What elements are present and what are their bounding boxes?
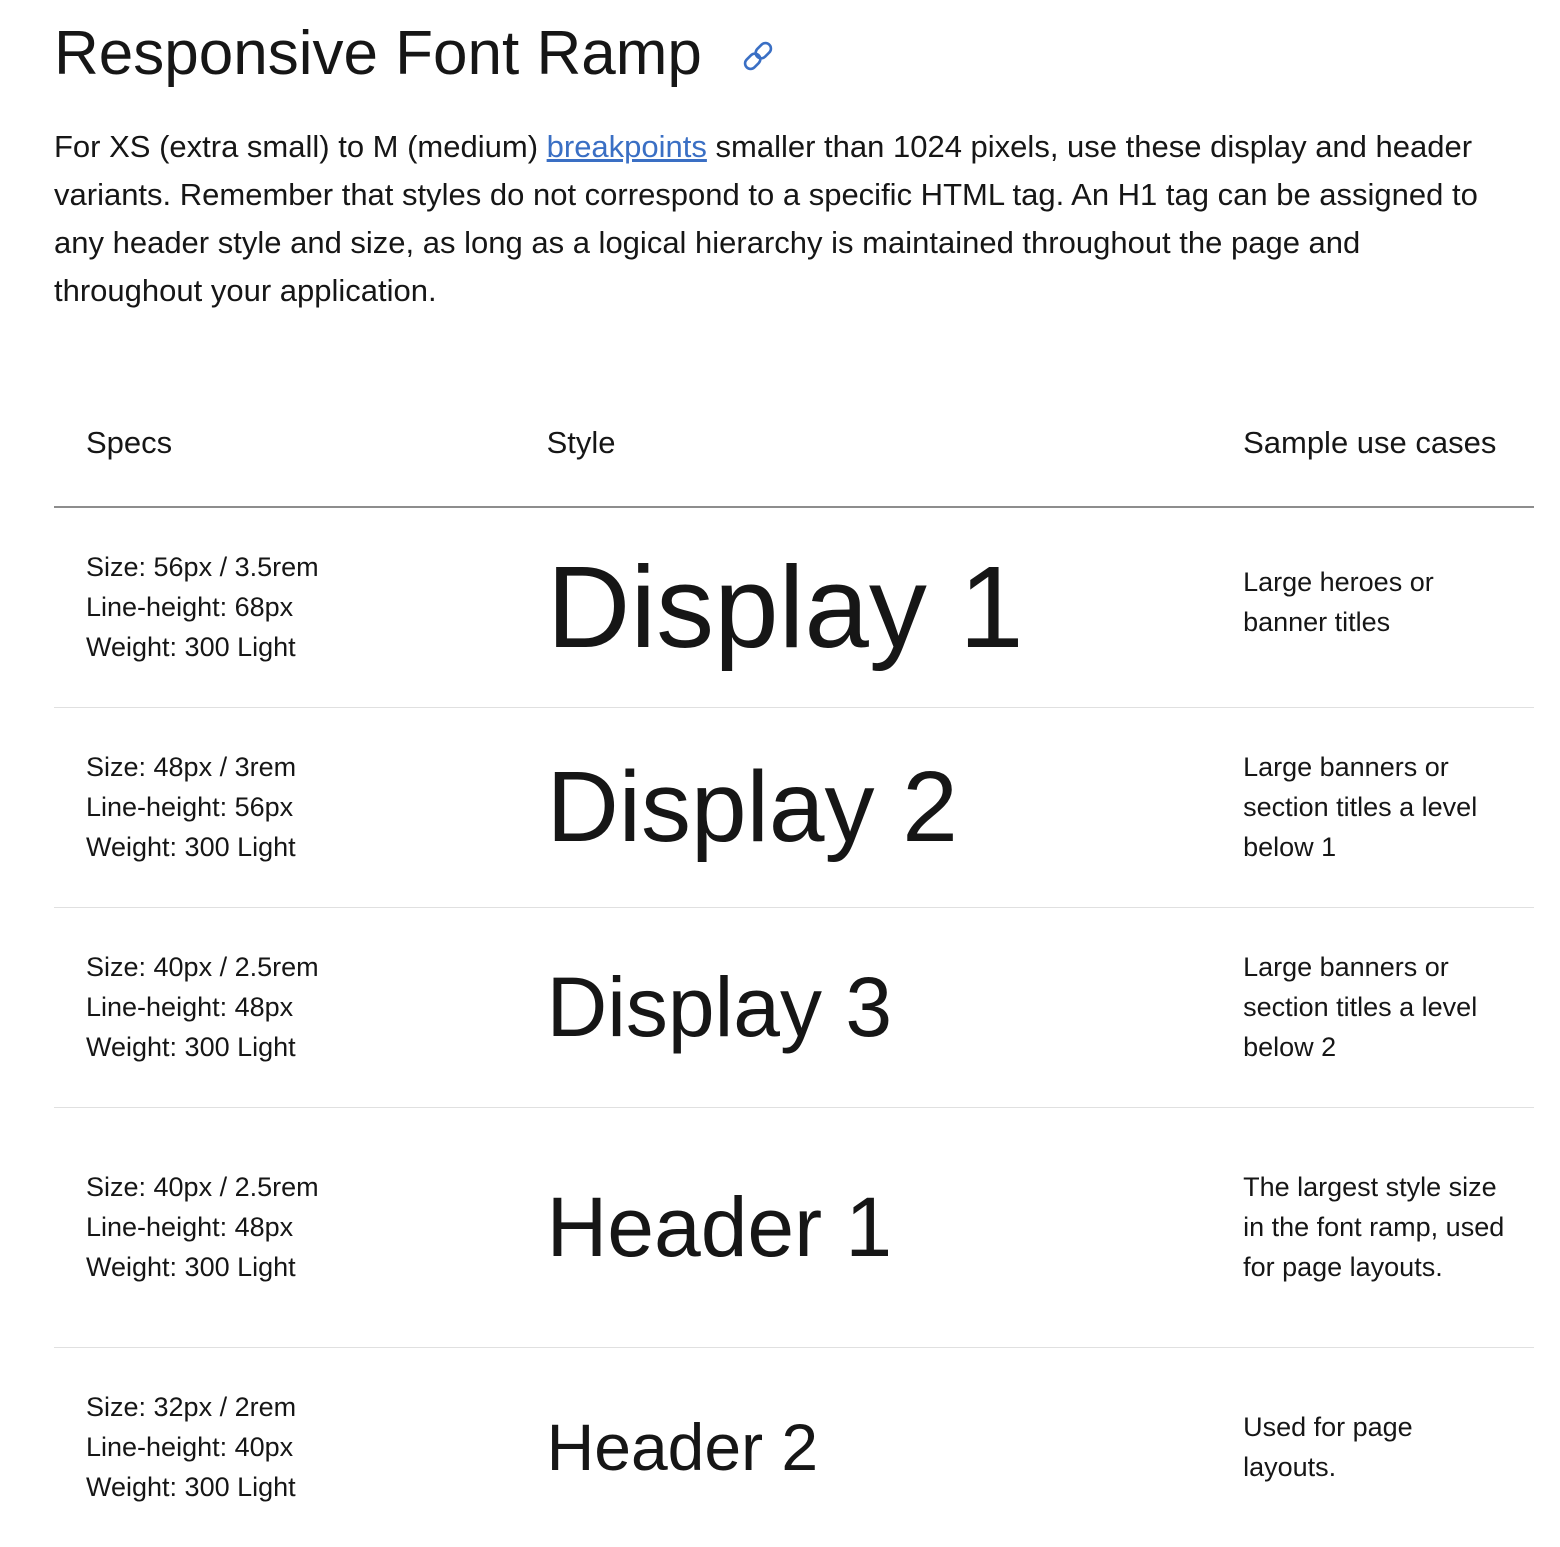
table-row-header-2: Size: 32px / 2rem Line-height: 40px Weig… — [54, 1347, 1534, 1547]
specs-cell: Size: 40px / 2.5rem Line-height: 48px We… — [54, 907, 547, 1108]
specs-cell: Size: 56px / 3.5rem Line-height: 68px We… — [54, 507, 547, 708]
use-case-cell: Large banners or section titles a level … — [1243, 707, 1534, 908]
style-sample-display-1: Display 1 — [546, 542, 1024, 673]
use-case-cell: The largest style size in the font ramp,… — [1243, 1107, 1534, 1348]
style-sample-display-2: Display 2 — [546, 751, 958, 863]
table-row-display-1: Size: 56px / 3.5rem Line-height: 68px We… — [54, 507, 1534, 708]
use-case-cell: Used for page layouts. — [1243, 1347, 1534, 1547]
page-title: Responsive Font Ramp — [54, 19, 702, 88]
table-row-header-1: Size: 40px / 2.5rem Line-height: 48px We… — [54, 1107, 1534, 1348]
style-sample-header-1: Header 1 — [546, 1180, 893, 1274]
spec-weight: Weight: 300 Light — [86, 832, 296, 862]
intro-text-before: For XS (extra small) to M (medium) — [54, 129, 547, 164]
spec-line-height: Line-height: 48px — [86, 992, 294, 1022]
use-case-text: The largest style size in the font ramp,… — [1243, 1172, 1505, 1282]
spec-size: Size: 48px / 3rem — [86, 752, 297, 782]
spec-weight: Weight: 300 Light — [86, 632, 296, 663]
column-header-specs: Specs — [54, 380, 547, 508]
spec-line-height: Line-height: 48px — [86, 1212, 294, 1242]
spec-weight: Weight: 300 Light — [86, 1472, 296, 1503]
font-ramp-table: Specs Style Sample use cases Size: 56px … — [54, 380, 1534, 1547]
spec-size: Size: 40px / 2.5rem — [86, 1172, 319, 1202]
specs-cell: Size: 40px / 2.5rem Line-height: 48px We… — [54, 1107, 547, 1348]
link-icon[interactable] — [740, 38, 776, 74]
spec-size: Size: 32px / 2rem — [86, 1392, 297, 1423]
style-cell: Header 1 — [546, 1107, 1244, 1348]
use-case-text: Used for page layouts. — [1243, 1412, 1413, 1483]
column-header-use-cases: Sample use cases — [1243, 380, 1534, 508]
specs-cell: Size: 48px / 3rem Line-height: 56px Weig… — [54, 707, 547, 908]
breakpoints-link[interactable]: breakpoints — [547, 129, 707, 164]
spec-line-height: Line-height: 40px — [86, 1432, 294, 1463]
use-case-cell: Large banners or section titles a level … — [1243, 907, 1534, 1108]
spec-size: Size: 40px / 2.5rem — [86, 952, 319, 982]
title-row: Responsive Font Ramp — [54, 14, 776, 94]
table-row-display-3: Size: 40px / 2.5rem Line-height: 48px We… — [54, 907, 1534, 1108]
use-case-text: Large heroes or banner titles — [1243, 567, 1434, 637]
spec-line-height: Line-height: 68px — [86, 592, 294, 623]
table-header-row: Specs Style Sample use cases — [54, 380, 1534, 508]
spec-weight: Weight: 300 Light — [86, 1032, 296, 1062]
style-cell: Display 2 — [546, 707, 1244, 908]
style-cell: Display 3 — [546, 907, 1244, 1108]
column-header-style: Style — [546, 380, 1244, 508]
style-cell: Display 1 — [546, 507, 1244, 708]
use-case-text: Large banners or section titles a level … — [1243, 952, 1478, 1062]
spec-weight: Weight: 300 Light — [86, 1252, 296, 1282]
spec-size: Size: 56px / 3.5rem — [86, 552, 319, 583]
style-cell: Header 2 — [547, 1347, 1243, 1547]
intro-paragraph: For XS (extra small) to M (medium) break… — [54, 123, 1514, 315]
use-case-text: Large banners or section titles a level … — [1243, 752, 1478, 862]
style-sample-header-2: Header 2 — [546, 1410, 819, 1485]
specs-cell: Size: 32px / 2rem Line-height: 40px Weig… — [54, 1347, 547, 1547]
link-icon-graphic — [743, 41, 773, 71]
spec-line-height: Line-height: 56px — [86, 792, 294, 822]
use-case-cell: Large heroes or banner titles — [1243, 507, 1534, 708]
style-sample-display-3: Display 3 — [546, 960, 893, 1054]
table-row-display-2: Size: 48px / 3rem Line-height: 56px Weig… — [54, 707, 1534, 908]
